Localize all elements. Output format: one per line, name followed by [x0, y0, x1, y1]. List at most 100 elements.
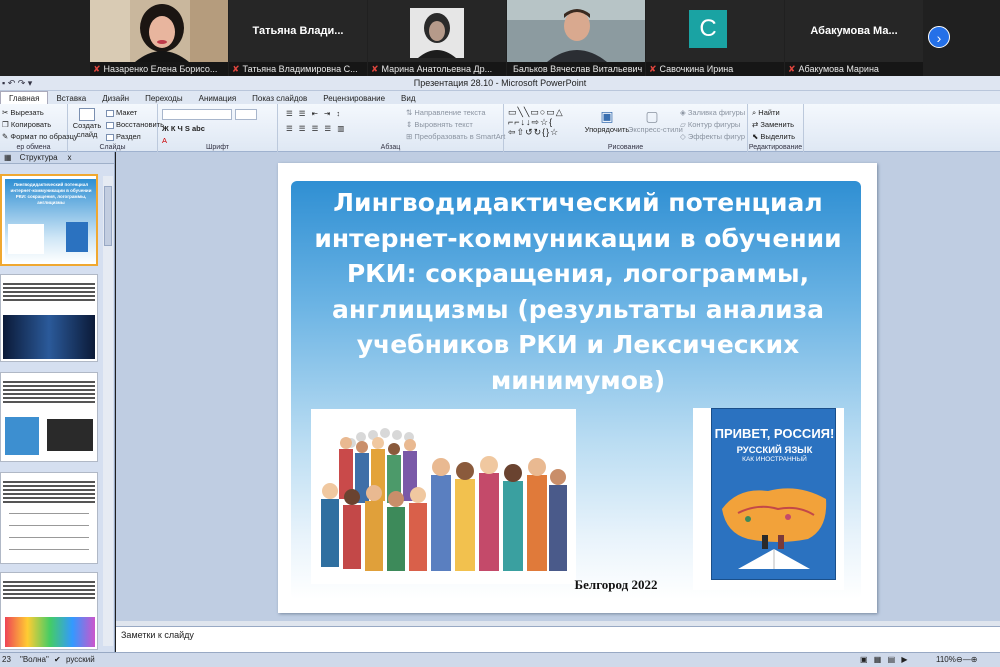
language[interactable]: русский	[66, 653, 95, 667]
brush-icon: ✎	[2, 132, 9, 141]
participant-tile-active[interactable]: Бальков Вячеслав Витальевич	[507, 0, 645, 76]
thumb-text-line	[3, 597, 95, 599]
slide-thumbnail[interactable]	[0, 372, 98, 462]
align-buttons[interactable]: ☰ ☰ ☰ ☰ ▥	[286, 124, 346, 133]
slide-icon	[79, 108, 95, 121]
slide-thumbnail[interactable]	[0, 472, 98, 564]
font-format-buttons[interactable]: Ж К Ч S abc	[162, 124, 205, 133]
arrange-button[interactable]: ▣ Упорядочить	[584, 108, 630, 134]
slide-title[interactable]: Лингводидактический потенциал интернет-к…	[308, 185, 848, 398]
section-button[interactable]: Раздел	[106, 132, 141, 141]
participant-tile[interactable]: С ✘ Савочкина Ирина	[646, 0, 784, 76]
theme-name: "Волна"	[20, 655, 49, 664]
slide-thumbnail[interactable]	[0, 572, 98, 650]
city-year-caption: Белгород 2022	[574, 577, 658, 592]
thumb-text-line	[3, 381, 95, 383]
shape-outline-button[interactable]: ▱ Контур фигуры	[680, 120, 740, 129]
zoom-slider[interactable]: ⊖—⊕	[956, 653, 977, 667]
mic-muted-icon: ✘	[232, 64, 240, 74]
thumb-text-line	[3, 283, 95, 285]
smartart-icon: ⊞	[406, 132, 413, 141]
notes-field[interactable]: Заметки к слайду	[116, 626, 1000, 652]
ribbon-tabs: Главная Вставка Дизайн Переходы Анимация Пока…	[0, 91, 1000, 105]
shape-fill-button[interactable]: ◈ Заливка фигуры	[680, 108, 745, 117]
chevron-right-icon[interactable]: ›	[928, 26, 950, 48]
participant-name: ✘ Назаренко Елена Борисо...	[90, 62, 228, 76]
participant-name: Бальков Вячеслав Витальевич	[507, 62, 645, 76]
participant-tile[interactable]: ✘ Марина Анатольевна Др...	[368, 0, 506, 76]
view-buttons[interactable]: ▣ ▦ ▤ ▶	[860, 653, 910, 667]
slide-thumbnail[interactable]	[0, 274, 98, 362]
replace-button[interactable]: ⇄ Заменить	[752, 120, 794, 129]
shape-effects-button[interactable]: ◇ Эффекты фигур	[680, 132, 745, 141]
current-slide[interactable]: Лингводидактический потенциал интернет-к…	[278, 163, 877, 613]
notes-placeholder: Заметки к слайду	[121, 630, 194, 640]
slide-thumbnail[interactable]: Лингводидактический потенциал интернет-к…	[0, 174, 98, 266]
arrange-icon: ▣	[600, 108, 614, 124]
thumb-text-line	[3, 489, 95, 491]
crowd-illustration	[311, 409, 576, 584]
thumb-text-line	[3, 493, 95, 495]
participant-tile[interactable]: Татьяна Влади... ✘ Татьяна Владимировна С…	[229, 0, 367, 76]
layout-icon	[106, 109, 114, 117]
thumb-text-line	[3, 295, 95, 297]
thumb-text-line	[3, 389, 95, 391]
scrollbar-thumb[interactable]	[104, 186, 112, 246]
tab-home[interactable]: Главная	[0, 91, 49, 105]
participant-name: ✘ Татьяна Владимировна С...	[229, 62, 367, 76]
zoom-level[interactable]: 110%	[936, 653, 956, 667]
section-icon	[106, 133, 114, 141]
spellcheck-icon[interactable]: ✔	[54, 653, 61, 667]
tab-structure[interactable]: Структура	[16, 152, 62, 164]
thumb-text-line	[3, 481, 95, 483]
copy-button[interactable]: ❐ Копировать	[2, 120, 51, 129]
thumb-text-line	[3, 397, 95, 399]
align-text-button[interactable]: ⇕ Выровнять текст	[406, 120, 473, 129]
camera-feed	[90, 0, 228, 62]
book-cover: ПРИВЕТ, РОССИЯ! РУССКИЙ ЯЗЫК КАК ИНОСТРА…	[711, 408, 836, 580]
thumb-table-line	[9, 549, 89, 550]
thumb-table-line	[9, 513, 89, 514]
format-painter-button[interactable]: ✎ Формат по образцу	[2, 132, 78, 141]
thumb-text-line	[3, 485, 95, 487]
tab-slides-thumbs[interactable]: ▦	[0, 152, 16, 164]
effects-icon: ◇	[680, 132, 686, 141]
status-bar: 23 "Волна" ✔ русский ▣ ▦ ▤ ▶ 110% ⊖—⊕	[0, 652, 1000, 667]
group-label: Слайды	[99, 144, 126, 151]
smartart-button[interactable]: ⊞ Преобразовать в SmartArt	[406, 132, 505, 141]
thumb-table-line	[9, 525, 89, 526]
cursor-icon: ⬉	[752, 132, 759, 141]
quick-styles-button[interactable]: ▢ Экспресс-стили	[628, 108, 683, 134]
text-direction-icon: ⇅	[406, 108, 413, 117]
binoculars-icon: ⌕	[752, 108, 757, 117]
shapes-gallery[interactable]: ▭╲╲▭○▭△ ⌐⌐↓↓⇨☆{⇦⇧↺↻{}☆	[508, 107, 564, 137]
thumb-image	[3, 315, 95, 359]
paragraph-group: ☰ ☰ ⇤ ⇥ ↕ ☰ ☰ ☰ ☰ ▥ ⇅ Направление текста…	[278, 104, 505, 152]
font-size-select[interactable]	[235, 109, 257, 120]
thumb-text-line	[3, 385, 95, 387]
text-direction-button[interactable]: ⇅ Направление текста	[406, 108, 486, 117]
participant-tile[interactable]: ✘ Назаренко Елена Борисо...	[90, 0, 228, 76]
font-family-select[interactable]	[162, 109, 232, 120]
avatar: С	[689, 10, 727, 48]
thumb-image	[66, 222, 88, 252]
thumb-title: Лингводидактический потенциал интернет-к…	[10, 182, 92, 206]
cut-button[interactable]: ✂ Вырезать	[2, 108, 44, 117]
reset-button[interactable]: Восстановить	[106, 120, 164, 129]
participant-tile[interactable]: Абакумова Ма... ✘ Абакумова Марина	[785, 0, 923, 76]
pane-tabs: ▦ Структура x	[0, 152, 114, 164]
slides-pane: ▦ Структура x Лингводидактический потенциа…	[0, 152, 115, 652]
find-button[interactable]: ⌕ Найти	[752, 108, 780, 118]
thumbnails-scrollbar[interactable]	[103, 176, 113, 646]
close-icon[interactable]: x	[64, 152, 76, 164]
new-slide-button[interactable]: Создать слайд	[72, 108, 102, 139]
select-button[interactable]: ⬉ Выделить	[752, 132, 795, 141]
list-buttons[interactable]: ☰ ☰ ⇤ ⇥ ↕	[286, 109, 342, 118]
font-group: Ж К Ч S abc A Шрифт	[158, 104, 278, 152]
thumb-image	[5, 617, 95, 647]
layout-button[interactable]: Макет	[106, 108, 137, 117]
video-strip: ✘ Назаренко Елена Борисо... Татьяна Влади…	[0, 0, 1000, 76]
group-label: Абзац	[380, 144, 401, 151]
book-subtitle: РУССКИЙ ЯЗЫК	[736, 445, 813, 456]
thumb-image	[8, 224, 44, 254]
